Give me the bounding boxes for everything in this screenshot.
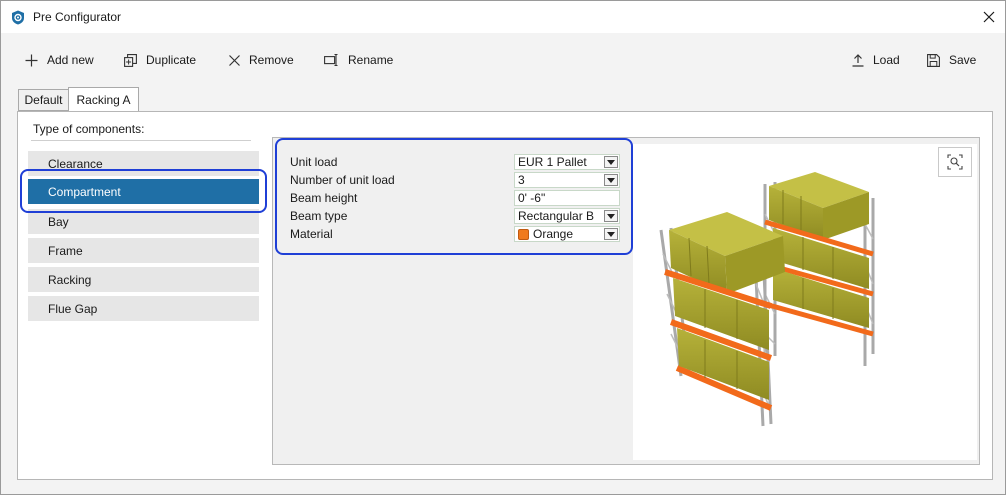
component-item-label: Flue Gap [48, 301, 98, 316]
rename-button[interactable]: Rename [324, 51, 393, 69]
add-new-button[interactable]: Add new [25, 51, 94, 69]
component-item-label: Racking [48, 272, 92, 287]
x-icon [229, 54, 240, 66]
plus-icon [25, 54, 38, 66]
zoom-fit-icon [947, 154, 963, 170]
shield-icon [12, 10, 24, 25]
rack-3d-preview[interactable] [633, 144, 977, 460]
tab-default[interactable]: Default [18, 89, 69, 111]
title-bar: Pre Configurator [1, 1, 1005, 33]
load-label: Load [873, 53, 900, 67]
add-new-label: Add new [47, 53, 94, 67]
upload-icon [852, 53, 864, 67]
remove-button[interactable]: Remove [229, 51, 294, 69]
component-item-racking[interactable]: Racking [28, 267, 259, 292]
remove-label: Remove [249, 53, 294, 67]
tab-default-label: Default [24, 93, 63, 107]
rename-icon [324, 54, 338, 66]
load-button[interactable]: Load [852, 51, 900, 69]
component-item-label: Bay [48, 214, 69, 229]
properties-highlight-outline [275, 138, 633, 255]
components-heading: Type of components: [33, 122, 145, 136]
component-item-frame[interactable]: Frame [28, 238, 259, 263]
components-divider [31, 140, 251, 141]
component-item-label: Frame [48, 243, 83, 258]
zoom-fit-button[interactable] [938, 147, 972, 177]
close-button[interactable] [973, 1, 1005, 33]
save-label: Save [949, 53, 977, 67]
racking-illustration [659, 172, 875, 427]
save-button[interactable]: Save [927, 51, 976, 69]
close-icon [983, 11, 995, 23]
component-item-flue-gap[interactable]: Flue Gap [28, 296, 259, 321]
rename-label: Rename [348, 53, 394, 67]
duplicate-icon [124, 53, 137, 67]
pre-configurator-window: Pre Configurator Add new Duplicate Remov… [0, 0, 1006, 495]
save-icon [927, 53, 940, 67]
selection-highlight-outline [20, 169, 267, 213]
duplicate-button[interactable]: Duplicate [124, 51, 196, 69]
tab-racking-a[interactable]: Racking A [68, 87, 139, 112]
window-title: Pre Configurator [33, 10, 122, 24]
toolbar: Add new Duplicate Remove Rename Load Sav… [1, 43, 1005, 77]
duplicate-label: Duplicate [146, 53, 197, 67]
rack-front [659, 212, 785, 427]
tab-racking-a-label: Racking A [76, 92, 131, 107]
